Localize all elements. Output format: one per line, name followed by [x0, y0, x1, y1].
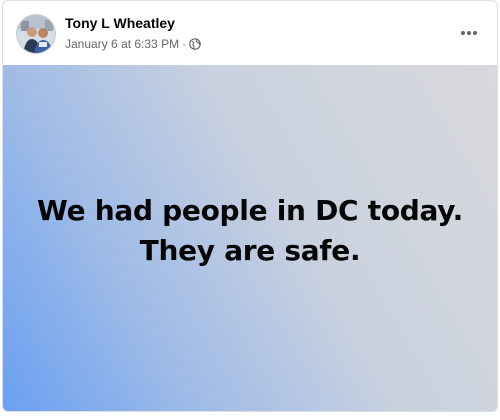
post-header: Tony L Wheatley January 6 at 6:33 PM ·	[3, 1, 497, 65]
globe-icon[interactable]	[189, 38, 201, 50]
post-text: We had people in DC today. They are safe…	[37, 191, 463, 271]
post-meta: January 6 at 6:33 PM ·	[65, 37, 201, 51]
post-text-line-1: We had people in DC today.	[37, 194, 463, 227]
author-avatar[interactable]	[16, 14, 56, 54]
post-background-card: We had people in DC today. They are safe…	[3, 65, 497, 411]
more-options-icon[interactable]	[455, 19, 483, 47]
meta-separator: ·	[182, 37, 187, 51]
author-name[interactable]: Tony L Wheatley	[65, 15, 175, 31]
facebook-post: Tony L Wheatley January 6 at 6:33 PM · W…	[2, 0, 498, 412]
post-timestamp[interactable]: January 6 at 6:33 PM	[65, 37, 179, 51]
post-text-line-2: They are safe.	[139, 234, 361, 267]
avatar-photo	[17, 15, 55, 53]
